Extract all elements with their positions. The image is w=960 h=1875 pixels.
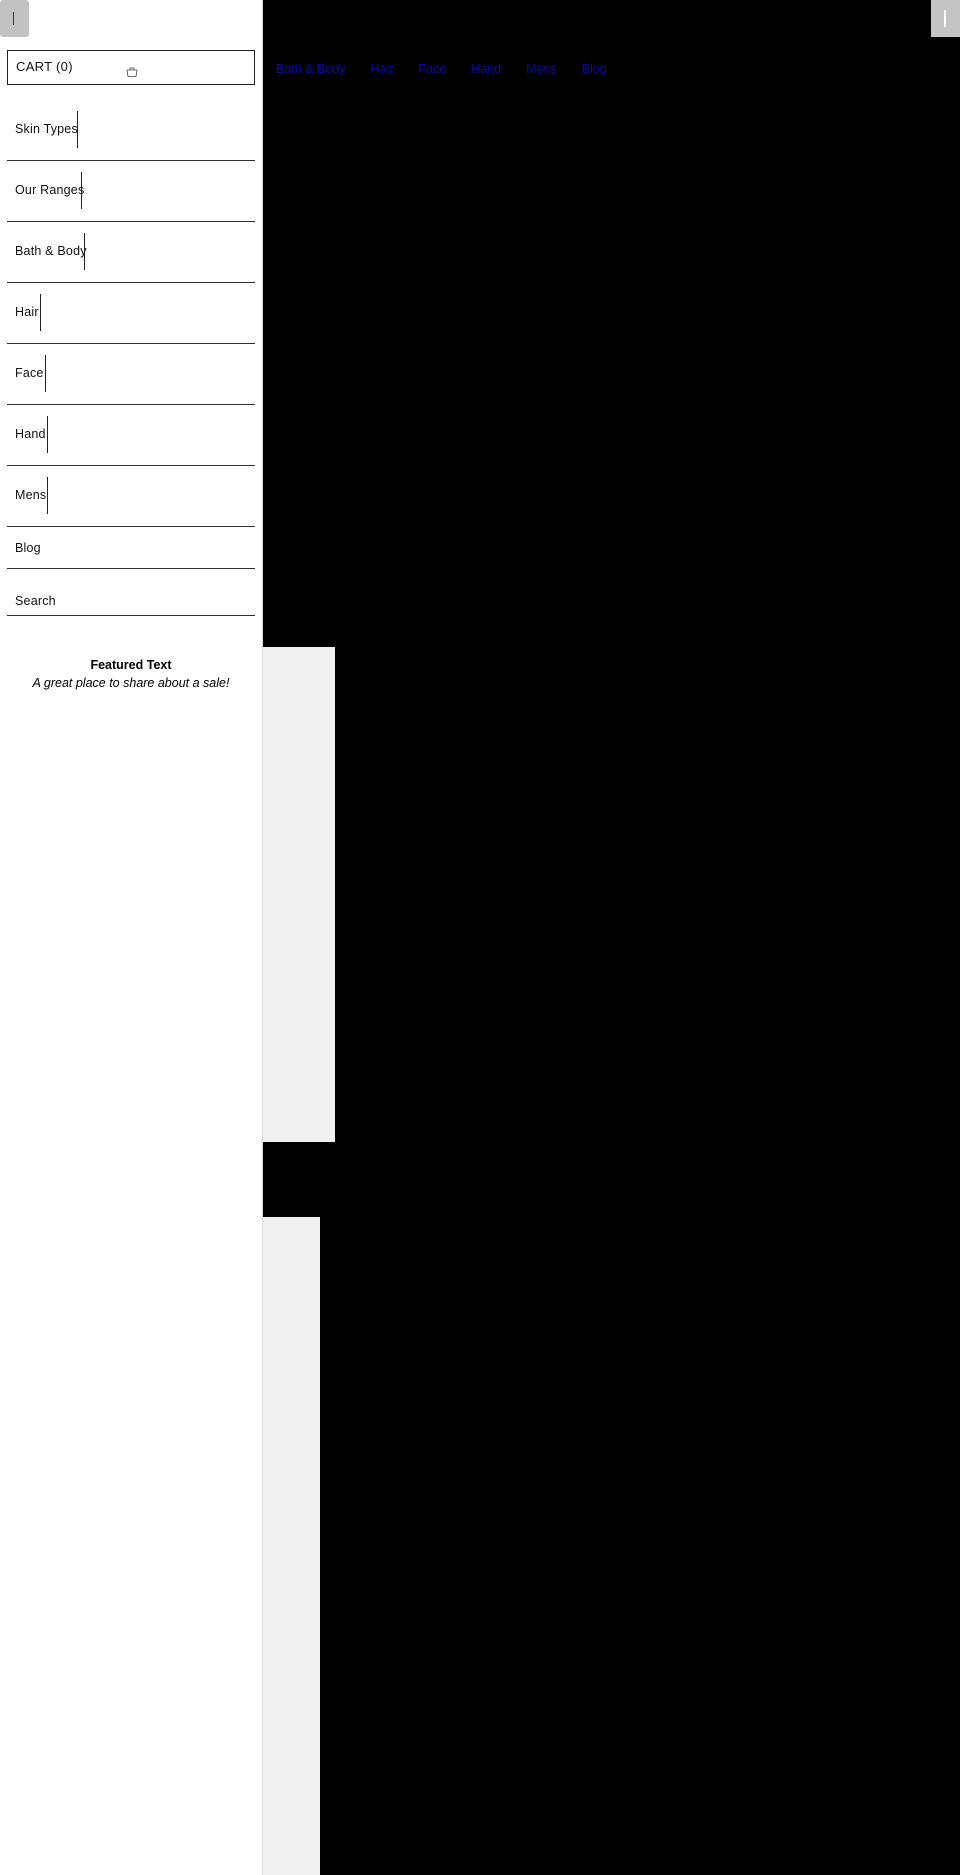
expand-toggle-icon[interactable] (47, 416, 48, 453)
search-label: Search (15, 594, 56, 608)
featured-subtitle: A great place to share about a sale! (32, 676, 230, 690)
topnav-link-blog[interactable]: Blog (582, 62, 607, 76)
sidebar-item-mens[interactable]: Mens (7, 466, 255, 527)
menu-toggle-button[interactable] (0, 0, 29, 37)
sidebar-item-label: Skin Types (15, 122, 78, 136)
sidebar-item-label: Hand (15, 427, 46, 441)
sidebar-nav: Skin Types Our Ranges Bath & Body Hair F… (7, 100, 255, 616)
topnav-link-mens[interactable]: Mens (526, 62, 557, 76)
sidebar-item-blog[interactable]: Blog (7, 527, 255, 569)
toggle-icon (13, 12, 14, 25)
sidebar-item-label: Blog (15, 541, 41, 555)
topnav-link-bath-body[interactable]: Bath & Body (276, 62, 346, 76)
topnav-link-hand[interactable]: Hand (471, 62, 501, 76)
topnav-link-hair[interactable]: Hair (371, 62, 394, 76)
sidebar-item-label: Bath & Body (15, 244, 87, 258)
cart-button[interactable]: CART (0) (7, 50, 255, 85)
search-input[interactable]: Search (7, 569, 255, 616)
sidebar-item-label: Our Ranges (15, 183, 85, 197)
toggle-icon (944, 10, 946, 27)
featured-text-block: Featured Text A great place to share abo… (0, 658, 262, 690)
sidebar-item-label: Face (15, 366, 44, 380)
close-drawer-button[interactable] (931, 0, 960, 37)
sidebar-item-hand[interactable]: Hand (7, 405, 255, 466)
sidebar-item-face[interactable]: Face (7, 344, 255, 405)
sidebar-item-skin-types[interactable]: Skin Types (7, 100, 255, 161)
expand-toggle-icon[interactable] (40, 294, 41, 331)
expand-toggle-icon[interactable] (77, 111, 78, 148)
shopping-bag-icon (126, 67, 138, 77)
expand-toggle-icon[interactable] (84, 233, 85, 270)
sidebar-item-hair[interactable]: Hair (7, 283, 255, 344)
sidebar-item-our-ranges[interactable]: Our Ranges (7, 161, 255, 222)
sidebar-item-label: Mens (15, 488, 47, 502)
content-panel-upper (263, 647, 335, 1142)
sidebar-drawer: CART (0) Skin Types Our Ranges Bath & Bo… (0, 0, 263, 1875)
expand-toggle-icon[interactable] (45, 355, 46, 392)
top-navigation: Bath & Body Hair Face Hand Mens Blog (276, 62, 632, 76)
cart-label: CART (0) (16, 59, 73, 74)
expand-toggle-icon[interactable] (81, 172, 82, 209)
topnav-link-face[interactable]: Face (418, 62, 446, 76)
sidebar-item-label: Hair (15, 305, 39, 319)
featured-title: Featured Text (90, 658, 172, 672)
content-panel-lower (263, 1217, 320, 1875)
sidebar-item-bath-body[interactable]: Bath & Body (7, 222, 255, 283)
expand-toggle-icon[interactable] (47, 477, 48, 514)
